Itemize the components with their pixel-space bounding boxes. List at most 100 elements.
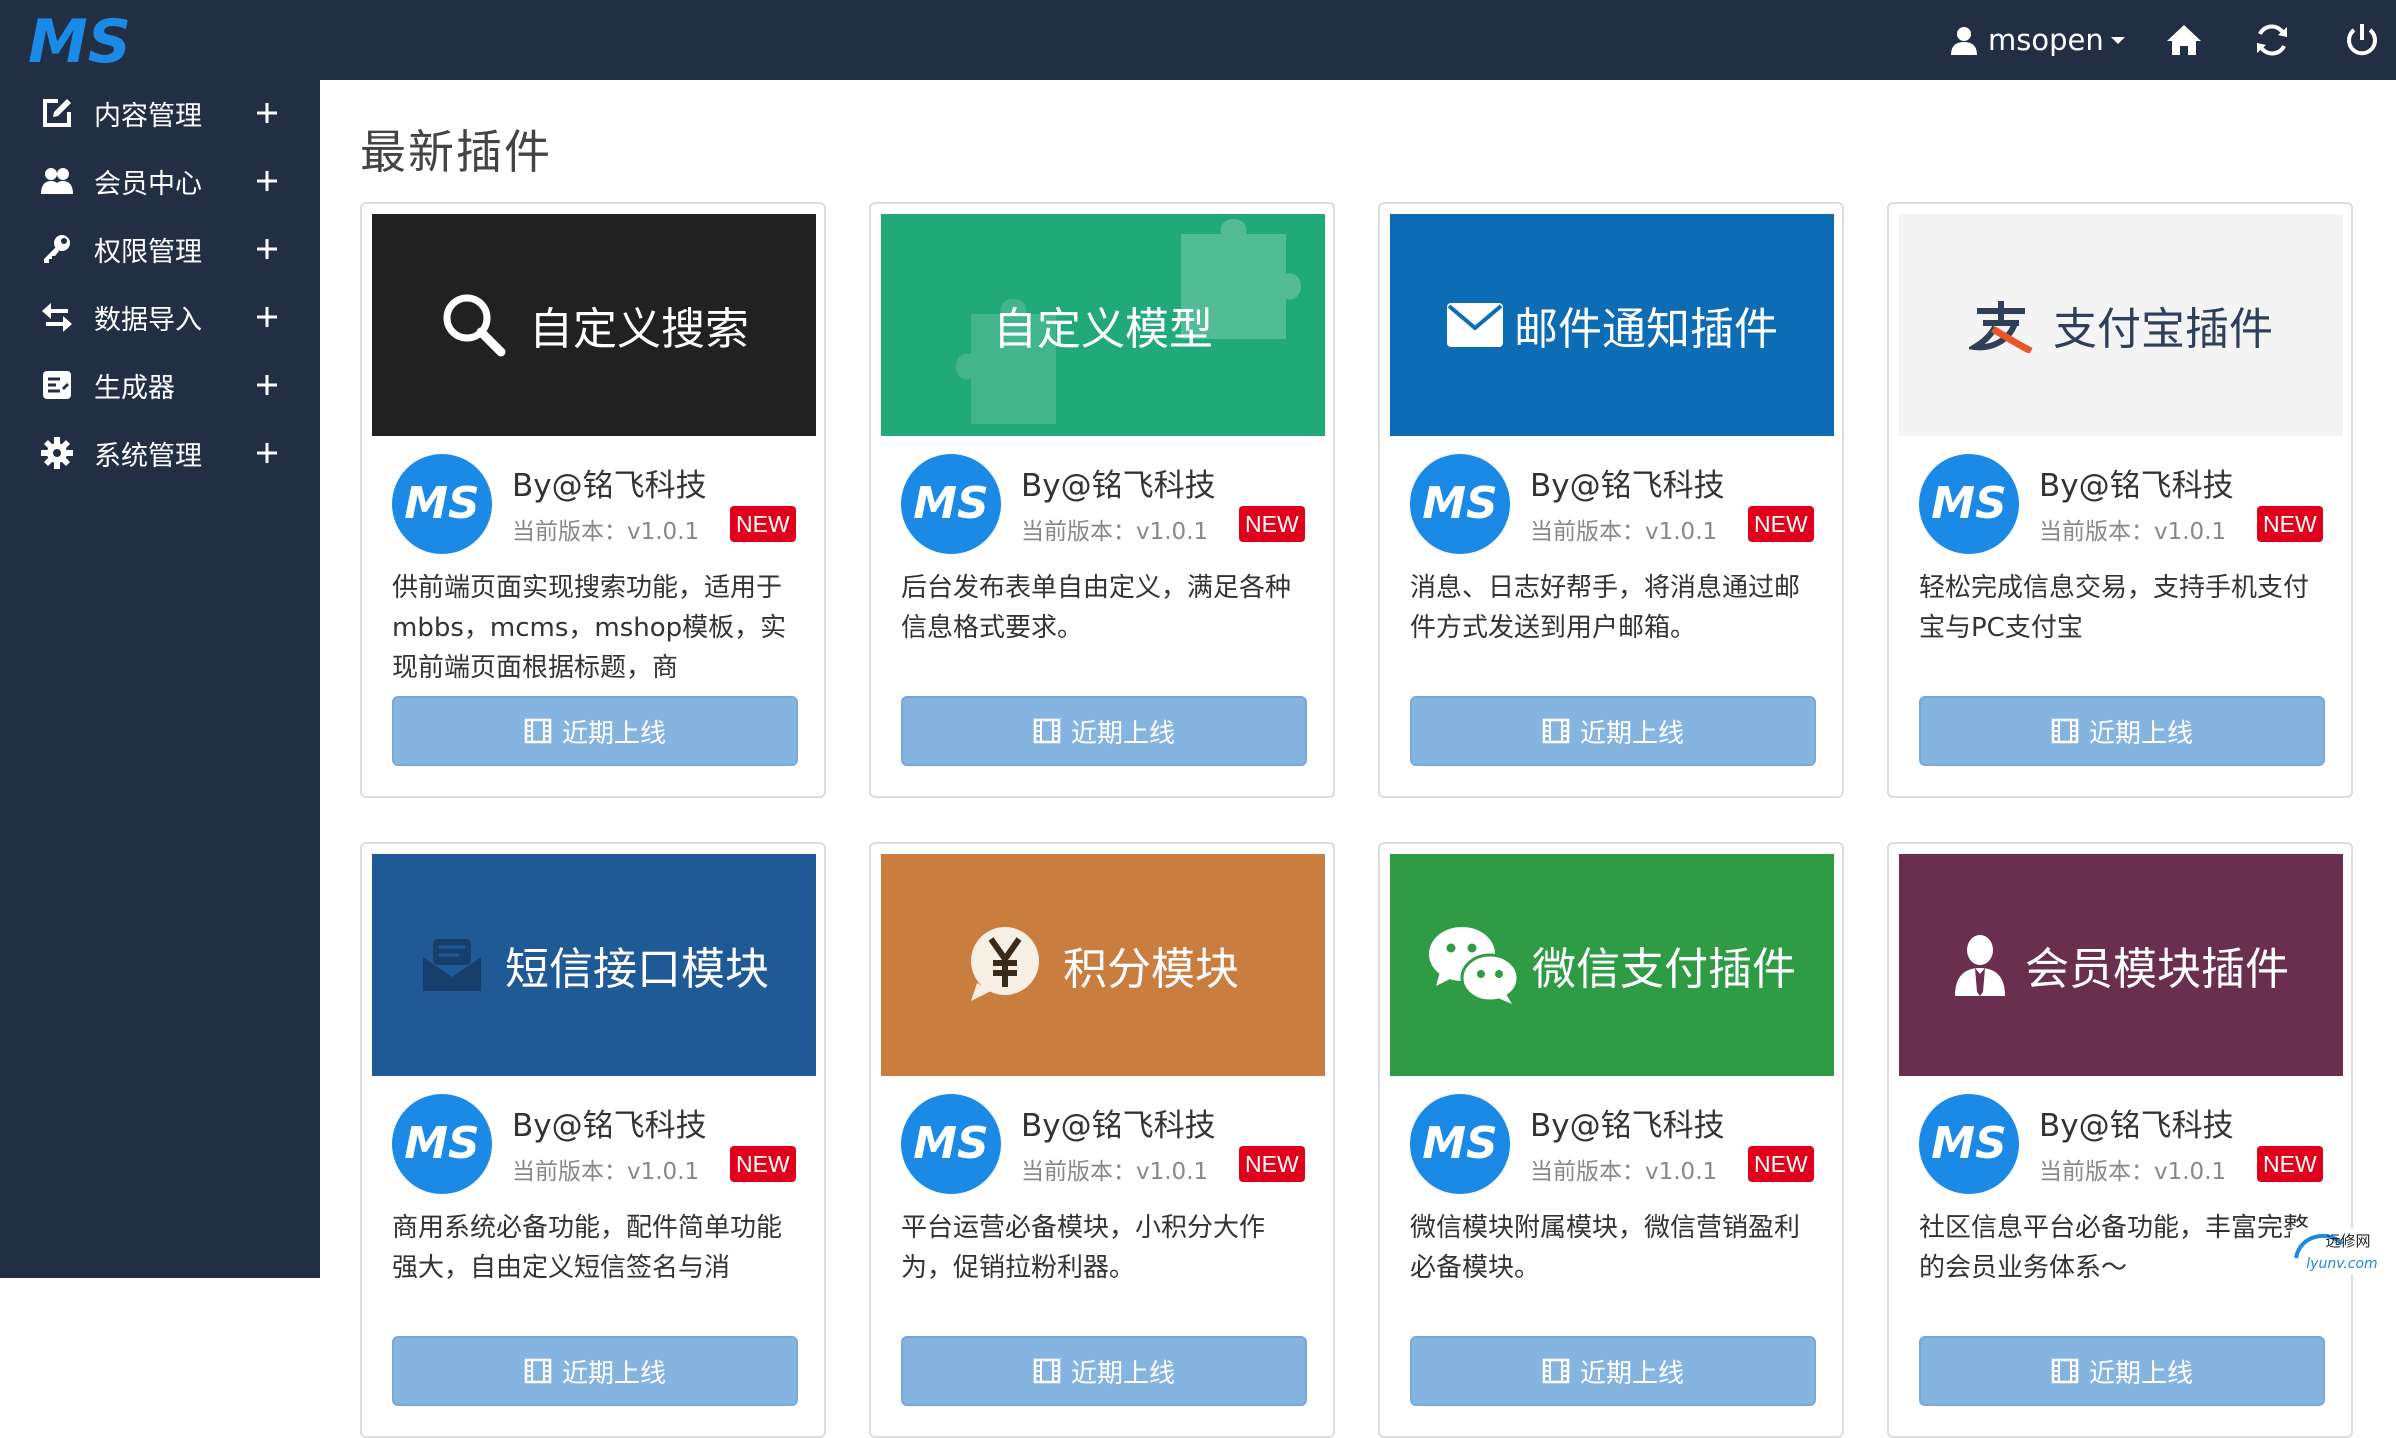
sidebar-item-generator[interactable]: 生成器 [0,352,320,418]
refresh-icon[interactable] [2252,20,2292,60]
version-label: 当前版本：v1.0.1 [2039,519,2227,545]
button-label: 近期上线 [2088,718,2193,749]
transfer-icon [42,303,72,332]
edit-icon [43,99,71,127]
coming-soon-button[interactable]: 近期上线 [1919,1336,2325,1406]
plugin-description: 社区信息平台必备功能，丰富完整的会员业务体系～ [1919,1213,2310,1283]
plugin-description: 平台运营必备模块，小积分大作为，促销拉粉利器。 [901,1213,1266,1283]
author-avatar: MS [1410,454,1510,554]
plus-icon[interactable] [254,372,280,398]
coming-soon-button[interactable]: 近期上线 [1410,696,1816,766]
plugin-card-model: 自定义模型 MS By@铭飞科技 当前版本：v1.0.1 NEW 后台发布表单自… [869,202,1335,798]
button-label: 近期上线 [1070,718,1175,749]
film-icon [2051,1358,2079,1384]
banner-title: 积分模块 [1063,944,1239,995]
plugin-card-search: 自定义搜索 MS By@铭飞科技 当前版本：v1.0.1 NEW 供前端页面实现… [360,202,826,798]
button-label: 近期上线 [1579,1358,1684,1389]
sidebar-item-import[interactable]: 数据导入 [0,284,320,350]
sidebar-item-system[interactable]: 系统管理 [0,420,320,486]
sidebar-item-label: 会员中心 [94,168,202,200]
plugin-card-wechat-pay: 微信支付插件 MS By@铭飞科技 当前版本：v1.0.1 NEW 微信模块附属… [1378,842,1844,1438]
film-icon [1033,718,1061,744]
author-name: By@铭飞科技 [512,468,707,504]
plugin-description: 商用系统必备功能，配件简单功能强大，自由定义短信签名与消 [392,1213,783,1283]
ms-logo[interactable]: MS [26,10,152,70]
coming-soon-button[interactable]: 近期上线 [901,1336,1307,1406]
sidebar-item-label: 权限管理 [94,236,202,268]
power-icon[interactable] [2342,20,2382,60]
sidebar-item-content[interactable]: 内容管理 [0,80,320,146]
button-label: 近期上线 [561,718,666,749]
home-icon[interactable] [2164,20,2204,60]
plugin-card-mail: 邮件通知插件 MS By@铭飞科技 当前版本：v1.0.1 NEW 消息、日志好… [1378,202,1844,798]
author-name: By@铭飞科技 [1021,468,1216,504]
plugin-banner: 短信接口模块 [372,854,816,1076]
username-label: msopen [1988,23,2104,57]
version-label: 当前版本：v1.0.1 [1021,519,1209,545]
film-icon [2051,718,2079,744]
plus-icon[interactable] [254,236,280,262]
film-icon [524,718,552,744]
member-icon [1955,935,2005,996]
version-label: 当前版本：v1.0.1 [512,1159,700,1185]
version-label: 当前版本：v1.0.1 [2039,1159,2227,1185]
user-menu[interactable]: msopen [1948,16,2126,64]
mail-icon [1447,303,1503,347]
form-icon [43,371,71,399]
author-avatar: MS [1919,454,2019,554]
plugin-description: 轻松完成信息交易，支持手机支付宝与PC支付宝 [1919,573,2310,643]
avatar-text: MS [404,1118,479,1169]
plugin-description: 后台发布表单自由定义，满足各种信息格式要求。 [901,573,1292,643]
avatar-text: MS [1931,1118,2006,1169]
new-badge: NEW [730,506,796,542]
top-navbar: MS msopen [0,0,2396,80]
coming-soon-button[interactable]: 近期上线 [392,1336,798,1406]
plus-icon[interactable] [254,440,280,466]
film-icon [1033,1358,1061,1384]
coming-soon-button[interactable]: 近期上线 [901,696,1307,766]
button-label: 近期上线 [1070,1358,1175,1389]
gear-icon [41,437,73,469]
plugin-banner: 微信支付插件 [1390,854,1834,1076]
new-badge: NEW [1239,1146,1305,1182]
banner-title: 短信接口模块 [505,944,769,995]
users-icon [41,168,73,194]
avatar-text: MS [1931,478,2006,529]
plus-icon[interactable] [254,100,280,126]
sidebar-item-member[interactable]: 会员中心 [0,148,320,214]
yen-icon [971,927,1039,1001]
plus-icon[interactable] [254,168,280,194]
banner-title: 会员模块插件 [2025,944,2289,995]
sidebar-item-label: 数据导入 [94,304,202,336]
author-avatar: MS [392,1094,492,1194]
new-badge: NEW [2257,1146,2323,1182]
version-label: 当前版本：v1.0.1 [512,519,700,545]
plugin-description: 供前端页面实现搜索功能，适用于mbbs，mcms，mshop模板，实现前端页面根… [392,573,787,683]
film-icon [1542,718,1570,744]
plugin-banner: 自定义搜索 [372,214,816,436]
film-icon [1542,1358,1570,1384]
author-avatar: MS [1410,1094,1510,1194]
plugin-card-sms: 短信接口模块 MS By@铭飞科技 当前版本：v1.0.1 NEW 商用系统必备… [360,842,826,1438]
watermark-url: lyunv.com [2306,1256,2377,1272]
banner-title: 自定义搜索 [529,304,749,355]
sidebar-item-permission[interactable]: 权限管理 [0,216,320,282]
avatar-text: MS [404,478,479,529]
author-avatar: MS [392,454,492,554]
banner-title: 邮件通知插件 [1514,304,1778,355]
plugin-card-points: 积分模块 MS By@铭飞科技 当前版本：v1.0.1 NEW 平台运营必备模块… [869,842,1335,1438]
coming-soon-button[interactable]: 近期上线 [1919,696,2325,766]
watermark-logo: 远修网 lyunv.com [2290,1228,2390,1274]
sms-icon [423,939,481,991]
author-name: By@铭飞科技 [1021,1108,1216,1144]
search-icon [443,294,506,357]
author-avatar: MS [901,454,1001,554]
sidebar: 内容管理 会员中心 权限管理 数据导入 生成器 系统管理 [0,80,320,1278]
author-avatar: MS [1919,1094,2019,1194]
new-badge: NEW [1748,506,1814,542]
plugin-card-member: 会员模块插件 MS By@铭飞科技 当前版本：v1.0.1 NEW 社区信息平台… [1887,842,2353,1438]
coming-soon-button[interactable]: 近期上线 [1410,1336,1816,1406]
banner-title: 自定义模型 [993,304,1213,355]
coming-soon-button[interactable]: 近期上线 [392,696,798,766]
plus-icon[interactable] [254,304,280,330]
